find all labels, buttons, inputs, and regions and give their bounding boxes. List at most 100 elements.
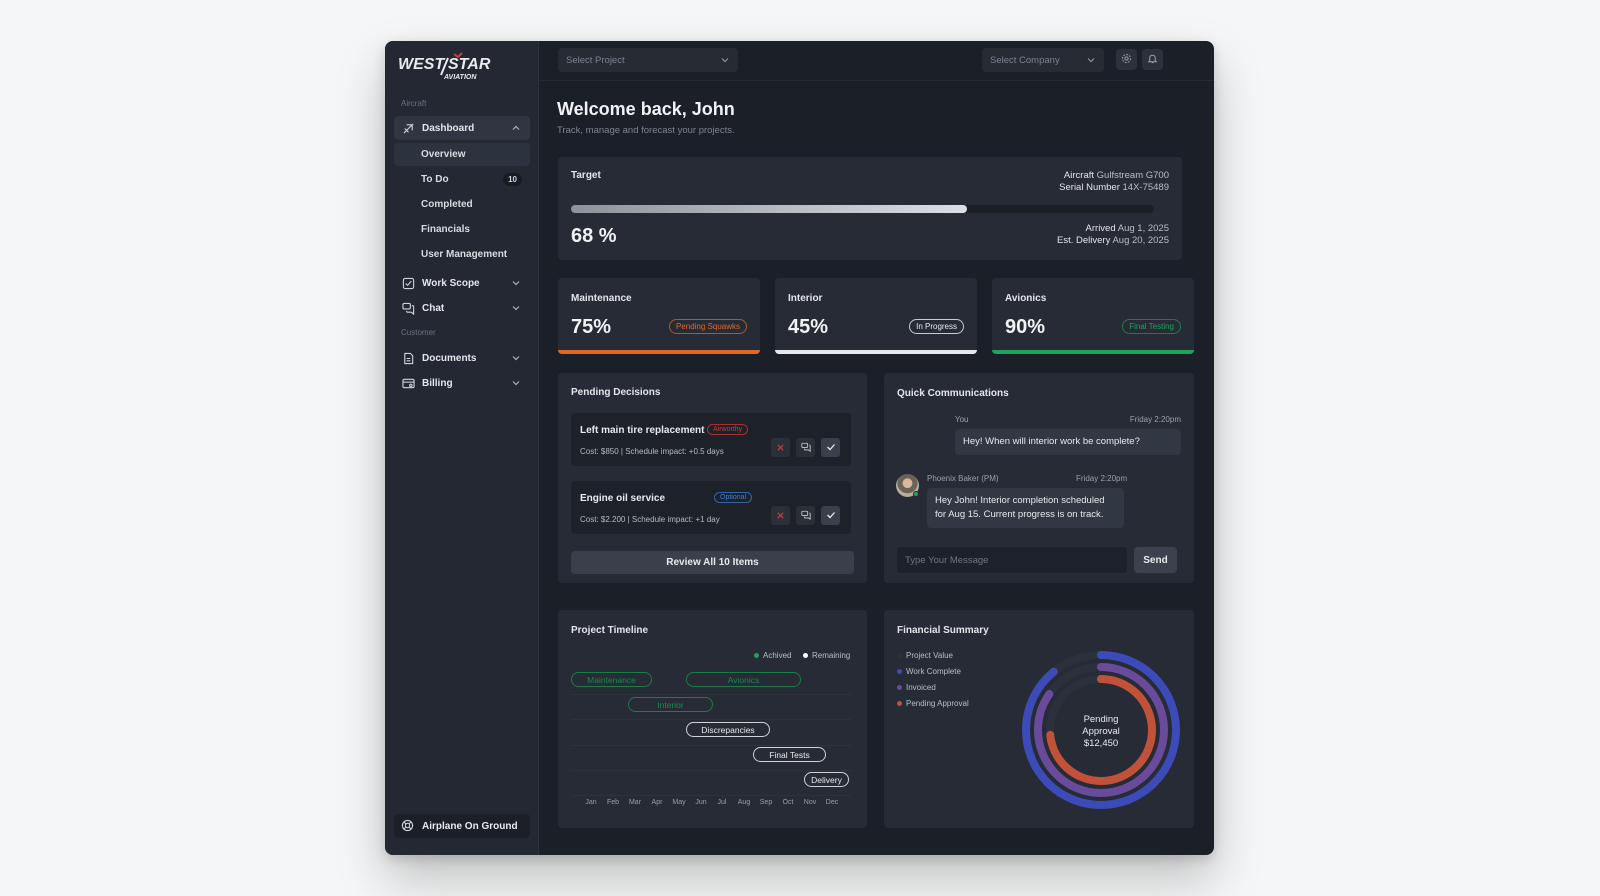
status-badge: Final Testing — [1122, 319, 1181, 334]
gridline — [571, 745, 851, 746]
sidebar-subitem-financials[interactable]: Financials — [394, 218, 530, 241]
sidebar: WEST STAR AVIATION Aircraft Dashboard Ov… — [385, 41, 539, 855]
sidebar-subitem-overview[interactable]: Overview — [394, 143, 530, 166]
approve-button[interactable] — [821, 438, 840, 457]
gridline — [571, 770, 851, 771]
timeline-bar-maintenance[interactable]: Maintenance — [571, 672, 652, 687]
stat-label: Maintenance — [571, 293, 632, 304]
legend-achieved: Achived — [754, 651, 791, 660]
stat-card-interior[interactable]: Interior 45% In Progress — [775, 278, 977, 354]
reject-button[interactable] — [771, 438, 790, 457]
message-time: Friday 2:20pm — [1129, 415, 1181, 424]
status-badge: In Progress — [909, 319, 964, 334]
sidebar-item-label: Chat — [422, 302, 445, 314]
quick-communications-title: Quick Communications — [897, 388, 1009, 399]
plane-icon — [401, 121, 415, 135]
online-status-dot — [913, 491, 919, 497]
sidebar-item-label: Documents — [422, 352, 477, 364]
legend-work-complete: Work Complete — [897, 667, 961, 676]
decision-meta: Cost: $850 | Schedule impact: +0.5 days — [580, 447, 724, 456]
timeline-bar-delivery[interactable]: Delivery — [804, 772, 849, 787]
chevron-down-icon[interactable] — [511, 378, 521, 388]
target-progress-fill — [571, 205, 968, 213]
month-label: Oct — [782, 799, 794, 806]
reject-button[interactable] — [771, 506, 790, 525]
send-button[interactable]: Send — [1134, 547, 1177, 573]
project-select[interactable]: Select Project — [558, 48, 738, 72]
timeline-bar-interior[interactable]: Interior — [628, 697, 713, 712]
pending-decisions-title: Pending Decisions — [571, 387, 661, 398]
project-timeline-title: Project Timeline — [571, 625, 649, 636]
comment-button[interactable] — [796, 438, 815, 457]
review-all-button[interactable]: Review All 10 Items — [571, 551, 854, 574]
message-input[interactable]: Type Your Message — [897, 547, 1127, 573]
sidebar-item-billing[interactable]: Billing — [394, 371, 530, 395]
airworthy-tag: Airworthy — [707, 424, 749, 435]
financial-summary-card: Financial Summary Project Value Work Com… — [884, 610, 1194, 828]
notifications-button[interactable] — [1142, 49, 1163, 70]
sidebar-item-label: Work Scope — [422, 277, 480, 289]
sidebar-item-label: Billing — [422, 377, 453, 389]
sidebar-item-chat[interactable]: Chat — [394, 296, 530, 320]
gridline — [571, 795, 851, 796]
company-select[interactable]: Select Company — [982, 48, 1104, 72]
chevron-down-icon[interactable] — [511, 278, 521, 288]
schedule-info: Arrived Aug 1, 2025 Est. Delivery Aug 20… — [1057, 223, 1169, 247]
delivery-value: Aug 20, 2025 — [1112, 235, 1169, 246]
comment-button[interactable] — [796, 506, 815, 525]
decision-item[interactable]: Left main tire replacement Airworthy Cos… — [571, 413, 851, 466]
lifebuoy-icon — [401, 819, 415, 833]
page-subtitle: Track, manage and forecast your projects… — [557, 125, 735, 136]
legend-dot — [803, 653, 808, 658]
sidebar-item-label: Dashboard — [422, 122, 475, 134]
message-time: Friday 2:20pm — [1076, 474, 1128, 483]
project-select-placeholder: Select Project — [566, 54, 625, 66]
stat-bar — [992, 350, 1194, 354]
approve-button[interactable] — [821, 506, 840, 525]
airplane-on-ground-button[interactable]: Airplane On Ground — [394, 814, 530, 838]
check-icon — [826, 439, 836, 457]
sidebar-subitem-completed[interactable]: Completed — [394, 193, 530, 216]
month-label: Feb — [606, 799, 620, 806]
legend-remaining: Remaining — [803, 651, 850, 660]
stat-card-maintenance[interactable]: Maintenance 75% Pending Squawks — [558, 278, 760, 354]
chat-icon — [800, 507, 811, 525]
decision-item[interactable]: Engine oil service Optional Cost: $2.200… — [571, 481, 851, 534]
donut-center-line: Approval — [1082, 726, 1120, 737]
legend-label: Pending Approval — [906, 699, 969, 708]
timeline-bar-discrepancies[interactable]: Discrepancies — [686, 722, 770, 737]
westar-logo[interactable]: WEST STAR AVIATION — [398, 50, 498, 82]
month-label: Nov — [803, 799, 817, 806]
timeline-bar-final-tests[interactable]: Final Tests — [753, 747, 826, 762]
sidebar-item-documents[interactable]: Documents — [394, 346, 530, 370]
message-line: Hey John! Interior completion scheduled — [935, 495, 1105, 506]
settings-button[interactable] — [1116, 49, 1137, 70]
sidebar-subitem-todo[interactable]: To Do 10 — [394, 168, 530, 191]
target-label: Target — [571, 170, 601, 181]
chevron-down-icon[interactable] — [511, 303, 521, 313]
bell-icon — [1147, 51, 1158, 69]
month-label: Aug — [737, 799, 751, 806]
sidebar-item-work-scope[interactable]: Work Scope — [394, 271, 530, 295]
check-icon — [826, 507, 836, 525]
app-window: WEST STAR AVIATION Aircraft Dashboard Ov… — [385, 41, 1214, 855]
decision-meta: Cost: $2.200 | Schedule impact: +1 day — [580, 515, 720, 524]
legend-dot — [897, 653, 902, 658]
legend-dot — [897, 669, 902, 674]
legend-dot — [897, 701, 902, 706]
sidebar-subitem-user-management[interactable]: User Management — [394, 243, 530, 266]
sidebar-item-dashboard[interactable]: Dashboard — [394, 116, 530, 140]
checkbox-icon — [401, 276, 415, 290]
timeline-bar-avionics[interactable]: Avionics — [686, 672, 801, 687]
legend-pending-approval: Pending Approval — [897, 699, 969, 708]
month-label: Jan — [585, 799, 597, 806]
quick-communications-card: Quick Communications You Friday 2:20pm H… — [884, 373, 1194, 583]
message-sender: You — [955, 415, 969, 424]
chevron-up-icon[interactable] — [511, 123, 521, 133]
stat-card-avionics[interactable]: Avionics 90% Final Testing — [992, 278, 1194, 354]
close-icon — [776, 507, 785, 525]
legend-label: Achived — [763, 651, 792, 660]
aircraft-value: Gulfstream G700 — [1096, 170, 1169, 181]
message-line: for Aug 15. Current progress is on track… — [935, 509, 1104, 520]
chevron-down-icon[interactable] — [511, 353, 521, 363]
